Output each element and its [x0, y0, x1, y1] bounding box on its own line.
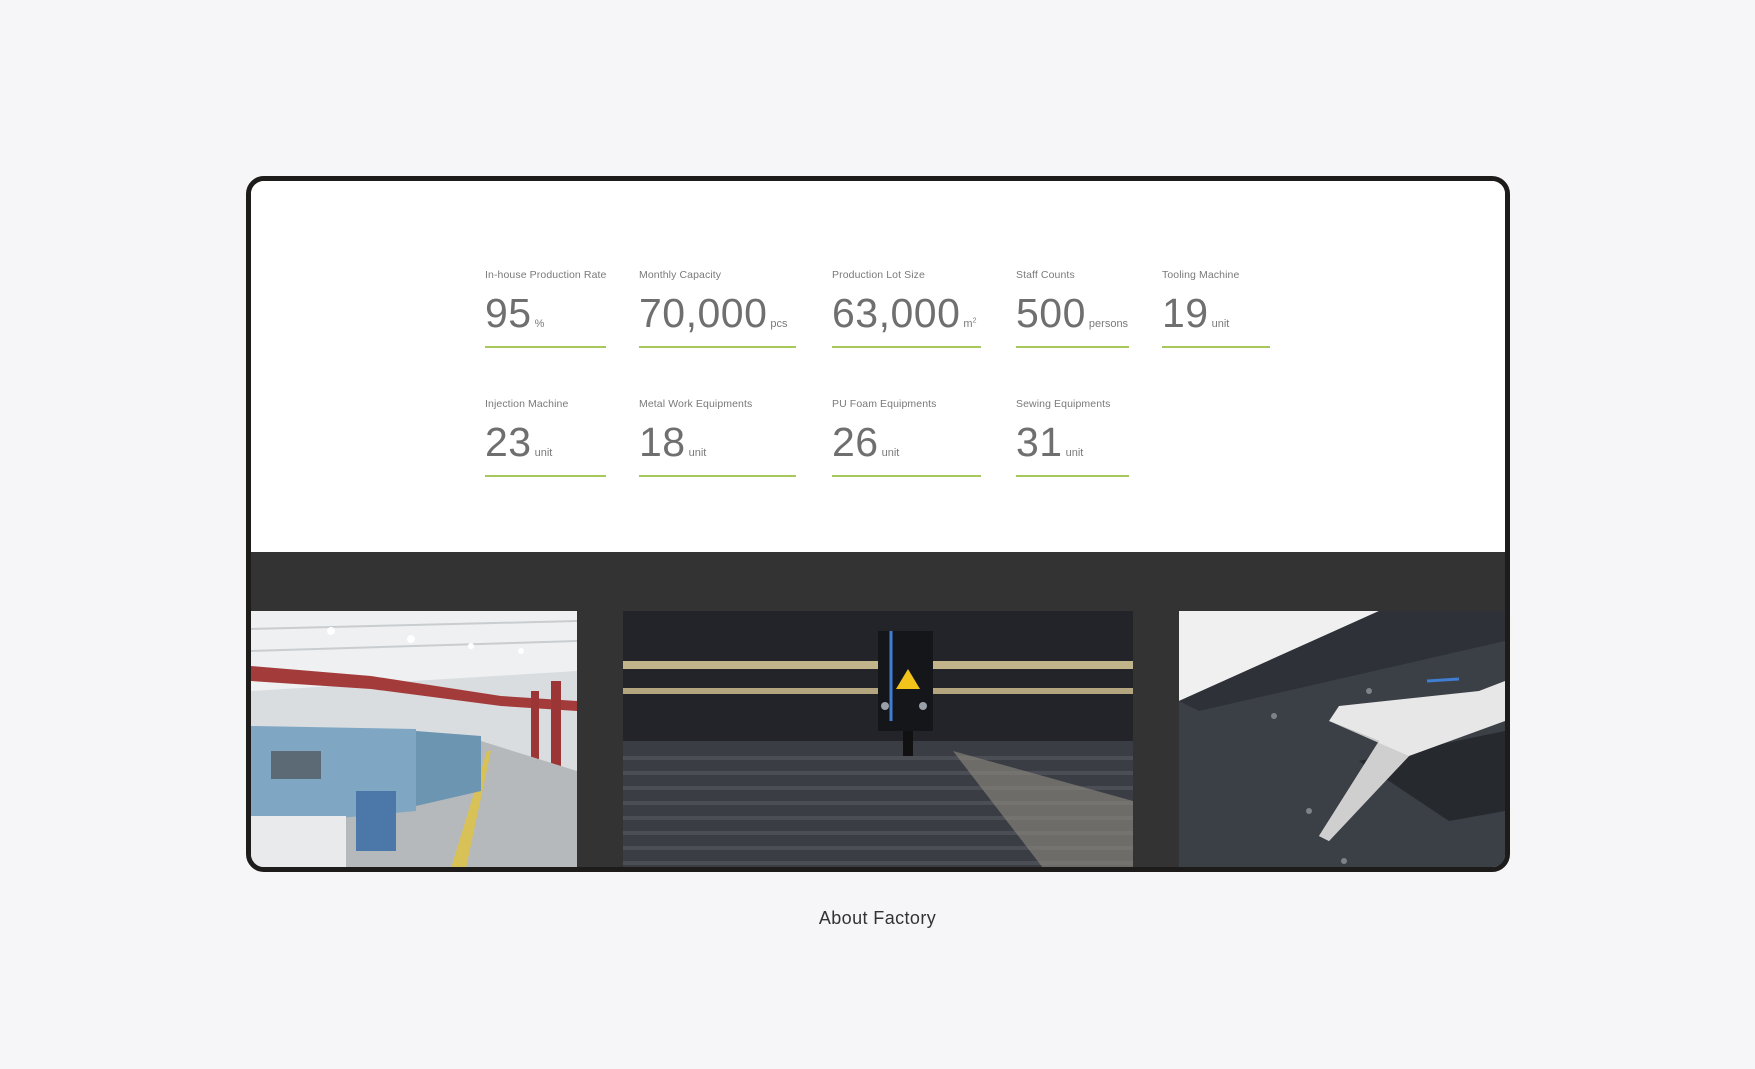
stat-underline: [639, 475, 796, 477]
factory-gallery: [251, 552, 1505, 867]
stat-monthly-capacity: Monthly Capacity 70,000 pcs: [639, 269, 796, 349]
stat-value: 31: [1016, 419, 1063, 465]
stat-in-house-production-rate: In-house Production Rate 95%: [485, 269, 606, 349]
stat-production-lot-size: Production Lot Size 63,000 m2: [832, 269, 981, 349]
stat-label: Sewing Equipments: [1016, 398, 1111, 410]
stat-underline: [639, 346, 796, 348]
stat-unit: unit: [688, 447, 707, 459]
stat-value: 500: [1016, 290, 1086, 336]
stat-unit: m2: [963, 317, 977, 330]
stat-underline: [485, 475, 606, 477]
stat-value: 70,000: [639, 290, 768, 336]
factory-card: In-house Production Rate 95% Monthly Cap…: [246, 176, 1510, 872]
stat-tooling-machine: Tooling Machine 19 unit: [1162, 269, 1270, 349]
stat-label: Production Lot Size: [832, 269, 925, 281]
stat-pu-foam-equipments: PU Foam Equipments 26 unit: [832, 398, 981, 478]
stat-unit: pcs: [770, 318, 788, 330]
stat-injection-machine: Injection Machine 23 unit: [485, 398, 606, 478]
stats-panel: In-house Production Rate 95% Monthly Cap…: [251, 181, 1505, 552]
stat-sewing-equipments: Sewing Equipments 31 unit: [1016, 398, 1129, 478]
factory-floor-photo: [251, 611, 577, 867]
stat-label: Monthly Capacity: [639, 269, 722, 281]
stat-underline: [1016, 346, 1129, 348]
stat-label: In-house Production Rate: [485, 269, 607, 281]
stat-value: 23: [485, 419, 532, 465]
stat-unit: unit: [534, 447, 553, 459]
stat-unit: persons: [1088, 318, 1129, 330]
section-caption: About Factory: [818, 908, 937, 928]
stat-underline: [832, 346, 981, 348]
stat-underline: [485, 346, 606, 348]
stat-label: Staff Counts: [1016, 269, 1075, 281]
stat-label: Injection Machine: [485, 398, 569, 410]
stat-value: 95: [485, 290, 532, 336]
stat-value: 19: [1162, 290, 1209, 336]
stat-metal-work-equipments: Metal Work Equipments 18 unit: [639, 398, 796, 478]
product-detail-photo: [1179, 611, 1505, 867]
stat-unit: %: [534, 318, 545, 330]
stat-underline: [1016, 475, 1129, 477]
stat-unit: unit: [1065, 447, 1084, 459]
stat-label: Metal Work Equipments: [639, 398, 753, 410]
stat-label: PU Foam Equipments: [832, 398, 937, 410]
stat-underline: [1162, 346, 1270, 348]
laser-cutter-photo: [623, 611, 1133, 867]
stat-unit: unit: [881, 447, 900, 459]
stat-underline: [832, 475, 981, 477]
stat-value: 63,000: [832, 290, 961, 336]
stat-label: Tooling Machine: [1162, 269, 1240, 281]
stat-value: 18: [639, 419, 686, 465]
stat-value: 26: [832, 419, 879, 465]
stat-staff-counts: Staff Counts 500 persons: [1016, 269, 1129, 349]
stat-unit: unit: [1211, 318, 1230, 330]
